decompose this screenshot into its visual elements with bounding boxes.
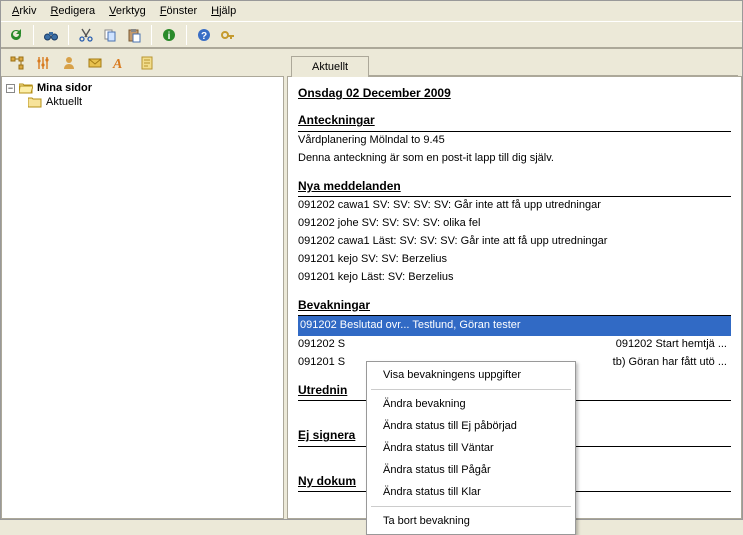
menu-arkiv-label: rkiv	[19, 5, 36, 17]
ctx-ta-bort[interactable]: Ta bort bevakning	[369, 510, 573, 532]
paste-icon[interactable]	[123, 24, 145, 46]
copy-icon[interactable]	[99, 24, 121, 46]
main-toolbar: i ?	[1, 21, 742, 49]
tree-root-label: Mina sidor	[37, 82, 92, 94]
mail-icon[interactable]	[84, 52, 106, 74]
separator	[68, 25, 69, 45]
menu-hjalp-label: jälp	[219, 5, 236, 17]
cut-icon[interactable]	[75, 24, 97, 46]
nav-tree: − Mina sidor Aktuellt	[1, 77, 284, 519]
note-icon[interactable]	[136, 52, 158, 74]
bevakning-row[interactable]: 091202 S 091202 Start hemtjä ...	[298, 336, 731, 354]
note-line: Vårdplanering Mölndal to 9.45	[298, 132, 731, 150]
bevakning-row-right: 091202 Start hemtjä ...	[616, 337, 727, 353]
sliders-icon[interactable]	[32, 52, 54, 74]
message-row[interactable]: 091201 kejo SV: SV: Berzelius	[298, 251, 731, 269]
bevakning-row-right: tb) Göran har fått utö ...	[613, 355, 727, 371]
menu-redigera[interactable]: Redigera	[43, 3, 102, 19]
bevakning-row-selected[interactable]: 091202 Beslutad ovr... Testlund, Göran t…	[298, 316, 731, 336]
info-icon[interactable]: i	[158, 24, 180, 46]
folder-open-icon	[19, 82, 33, 94]
left-toolbar: A	[1, 49, 284, 77]
refresh-icon[interactable]	[5, 24, 27, 46]
svg-text:A: A	[112, 57, 122, 71]
page-title: Onsdag 02 December 2009	[298, 85, 731, 102]
bevakning-row-left: 091202 S	[298, 337, 345, 353]
section-anteckningar: Anteckningar	[298, 112, 731, 131]
note-line: Denna anteckning är som en post-it lapp …	[298, 150, 731, 168]
svg-text:i: i	[168, 31, 171, 42]
tab-aktuellt-label: Aktuellt	[312, 61, 348, 73]
menu-verktyg[interactable]: Verktyg	[102, 3, 153, 19]
key-icon[interactable]	[217, 24, 239, 46]
message-row[interactable]: 091201 kejo Läst: SV: Berzelius	[298, 269, 731, 287]
separator	[186, 25, 187, 45]
menu-arkiv[interactable]: Arkiv	[5, 3, 43, 19]
help-icon[interactable]: ?	[193, 24, 215, 46]
menu-bar: Arkiv Redigera Verktyg Fönster Hjälp	[1, 1, 742, 21]
message-row[interactable]: 091202 cawa1 SV: SV: SV: SV: Går inte at…	[298, 197, 731, 215]
menu-fonster-label: önster	[167, 5, 198, 17]
ctx-status-vantar[interactable]: Ändra status till Väntar	[369, 437, 573, 459]
font-icon[interactable]: A	[110, 52, 132, 74]
section-bevakningar: Bevakningar	[298, 297, 731, 316]
binoculars-icon[interactable]	[40, 24, 62, 46]
folder-icon	[28, 96, 42, 108]
separator	[151, 25, 152, 45]
tree-icon[interactable]	[6, 52, 28, 74]
menu-redigera-label: edigera	[58, 5, 95, 17]
bevakning-row-left: 091201 S	[298, 355, 345, 371]
collapse-icon[interactable]: −	[6, 84, 15, 93]
tab-bar: Aktuellt	[287, 49, 742, 77]
separator	[371, 389, 571, 390]
ctx-visa-uppgifter[interactable]: Visa bevakningens uppgifter	[369, 364, 573, 386]
message-row[interactable]: 091202 cawa1 Läst: SV: SV: SV: Går inte …	[298, 233, 731, 251]
menu-verktyg-label: erktyg	[116, 5, 146, 17]
menu-hjalp[interactable]: Hjälp	[204, 3, 243, 19]
svg-text:?: ?	[201, 31, 207, 42]
left-pane: A − Mina sidor Aktuellt	[1, 49, 287, 519]
tree-item-aktuellt[interactable]: Aktuellt	[26, 95, 281, 109]
tree-item-aktuellt-label: Aktuellt	[46, 96, 82, 108]
ctx-status-ej-paborjad[interactable]: Ändra status till Ej påbörjad	[369, 415, 573, 437]
person-icon[interactable]	[58, 52, 80, 74]
separator	[371, 506, 571, 507]
context-menu: Visa bevakningens uppgifter Ändra bevakn…	[366, 361, 576, 535]
ctx-status-pagar[interactable]: Ändra status till Pågår	[369, 459, 573, 481]
tree-root-mina-sidor[interactable]: − Mina sidor	[4, 81, 281, 95]
section-nya-meddelanden: Nya meddelanden	[298, 178, 731, 197]
separator	[33, 25, 34, 45]
ctx-status-klar[interactable]: Ändra status till Klar	[369, 481, 573, 503]
tab-aktuellt[interactable]: Aktuellt	[291, 56, 369, 77]
message-row[interactable]: 091202 johe SV: SV: SV: SV: olika fel	[298, 215, 731, 233]
ctx-andra-bevakning[interactable]: Ändra bevakning	[369, 393, 573, 415]
menu-fonster[interactable]: Fönster	[153, 3, 204, 19]
